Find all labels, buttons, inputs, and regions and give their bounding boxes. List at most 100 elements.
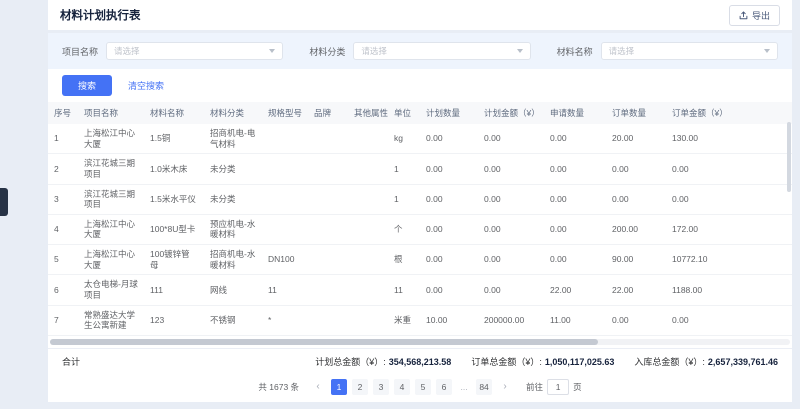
filter-material-category: 材料分类 请选择 (309, 42, 530, 60)
page-button-last[interactable]: 84 (476, 379, 492, 395)
cell-other-attrs (348, 154, 388, 184)
cell-project-name: 太仓电梯-月球项目 (78, 275, 144, 305)
cell-material-name: 12石膏板 (144, 335, 204, 337)
cell-order-amount: 0.00 (666, 335, 792, 337)
chevron-down-icon (517, 49, 523, 53)
cell-unit: 1 (388, 154, 420, 184)
cell-material-category: 预应机电-水暖材料 (204, 214, 262, 244)
cell-applied-qty: 22.00 (544, 275, 606, 305)
material-category-select[interactable]: 请选择 (353, 42, 530, 60)
cell-applied-qty: 1.00 (544, 335, 606, 337)
cell-spec-model (262, 184, 308, 214)
material-select-placeholder: 请选择 (609, 45, 635, 57)
header-order-amount: 订单金额（¥） (666, 102, 792, 124)
cell-planned-amount: 0.00 (478, 184, 544, 214)
summary-total-label: 合计 (62, 355, 80, 368)
summary-inbound-total: 入库总金额（¥）: 2,657,339,761.46 (634, 355, 778, 368)
filter-material-name: 材料名称 请选择 (557, 42, 778, 60)
cell-applied-qty: 0.00 (544, 245, 606, 275)
cell-order-amount: 0.00 (666, 305, 792, 335)
page-button-6[interactable]: 6 (436, 379, 452, 395)
jump-suffix-label: 页 (573, 381, 582, 393)
app-header: 材料计划执行表 导出 (48, 0, 792, 30)
cell-planned-qty: 0.00 (420, 124, 478, 154)
cell-project-name: 上海松江中心大厦 (78, 245, 144, 275)
summary-order-total-label: 订单总金额（¥）: (471, 355, 542, 368)
summary-planned-total-label: 计划总金额（¥）: (315, 355, 386, 368)
summary-items: 计划总金额（¥）: 354,568,213.58 订单总金额（¥）: 1,050… (315, 355, 778, 368)
page-button-4[interactable]: 4 (394, 379, 410, 395)
cell-other-attrs (348, 275, 388, 305)
page-button-3[interactable]: 3 (373, 379, 389, 395)
filter-actions: 搜索 清空搜索 (48, 69, 792, 102)
cell-order-qty: 0.00 (606, 305, 666, 335)
page-jump-input[interactable] (547, 379, 569, 395)
prev-page-icon[interactable]: ‹ (310, 379, 326, 395)
cell-index: 5 (48, 245, 78, 275)
cell-index: 7 (48, 305, 78, 335)
cell-spec-model (262, 154, 308, 184)
cell-order-amount: 0.00 (666, 154, 792, 184)
page-button-2[interactable]: 2 (352, 379, 368, 395)
cell-unit: 1 (388, 184, 420, 214)
cell-order-qty: 200.00 (606, 214, 666, 244)
cell-material-name: 1.5米水平仪 (144, 184, 204, 214)
summary-order-total-value: 1,050,117,025.63 (545, 357, 615, 367)
summary-inbound-total-label: 入库总金额（¥）: (634, 355, 705, 368)
main-panel: 材料计划执行表 导出 项目名称 请选择 材料分类 请选择 (48, 0, 792, 402)
cell-unit: 11 (388, 275, 420, 305)
cell-planned-qty: 0.00 (420, 184, 478, 214)
export-label: 导出 (752, 9, 770, 22)
cell-other-attrs (348, 184, 388, 214)
cell-brand (308, 154, 348, 184)
pagination-ellipsis-icon[interactable]: ... (457, 382, 471, 392)
page-button-1[interactable]: 1 (331, 379, 347, 395)
cell-applied-qty: 0.00 (544, 154, 606, 184)
cell-spec-model: 11 (262, 275, 308, 305)
next-page-icon[interactable]: › (497, 379, 513, 395)
cell-project-name: 常熟盛达大学生公寓新建 (78, 305, 144, 335)
export-icon (739, 11, 748, 20)
cell-planned-amount: 0.00 (478, 275, 544, 305)
category-select-placeholder: 请选择 (361, 45, 387, 57)
cell-spec-model (262, 214, 308, 244)
filter-material-label: 材料名称 (557, 45, 593, 58)
horizontal-scrollbar-thumb[interactable] (50, 339, 598, 345)
filter-panel: 项目名称 请选择 材料分类 请选择 材料名称 请选择 (48, 33, 792, 69)
cell-material-category: 未分类 (204, 154, 262, 184)
cell-other-attrs (348, 245, 388, 275)
horizontal-scrollbar-track (48, 337, 792, 348)
material-name-select[interactable]: 请选择 (601, 42, 778, 60)
page-button-5[interactable]: 5 (415, 379, 431, 395)
vertical-scrollbar[interactable] (787, 122, 791, 192)
cell-order-qty: 0.00 (606, 335, 666, 337)
header-unit: 单位 (388, 102, 420, 124)
cell-index: 1 (48, 124, 78, 154)
chevron-down-icon (764, 49, 770, 53)
cell-brand (308, 305, 348, 335)
export-button[interactable]: 导出 (729, 5, 780, 26)
cell-planned-amount: 0.00 (478, 124, 544, 154)
clear-search-link[interactable]: 清空搜索 (128, 79, 164, 92)
cell-planned-amount: 0.00 (478, 214, 544, 244)
sidebar-expand-handle[interactable] (0, 188, 8, 216)
cell-brand (308, 124, 348, 154)
project-name-select[interactable]: 请选择 (106, 42, 283, 60)
cell-applied-qty: 0.00 (544, 184, 606, 214)
cell-material-name: 1.5铜 (144, 124, 204, 154)
cell-index: 3 (48, 184, 78, 214)
cell-project-name: 滨江花城8#楼项目-分包 (78, 335, 144, 337)
cell-order-qty: 20.00 (606, 124, 666, 154)
cell-planned-qty: 0.00 (420, 335, 478, 337)
cell-material-category: 墙面辅材 (204, 335, 262, 337)
cell-order-amount: 172.00 (666, 214, 792, 244)
summary-planned-total-value: 354,568,213.58 (389, 357, 452, 367)
cell-spec-model (262, 124, 308, 154)
cell-material-category: 未分类 (204, 184, 262, 214)
summary-inbound-total-value: 2,657,339,761.46 (708, 357, 778, 367)
summary-bar: 合计 计划总金额（¥）: 354,568,213.58 订单总金额（¥）: 1,… (48, 348, 792, 374)
header-material-category: 材料分类 (204, 102, 262, 124)
cell-brand (308, 214, 348, 244)
search-button[interactable]: 搜索 (62, 75, 112, 96)
cell-unit: 米重 (388, 305, 420, 335)
